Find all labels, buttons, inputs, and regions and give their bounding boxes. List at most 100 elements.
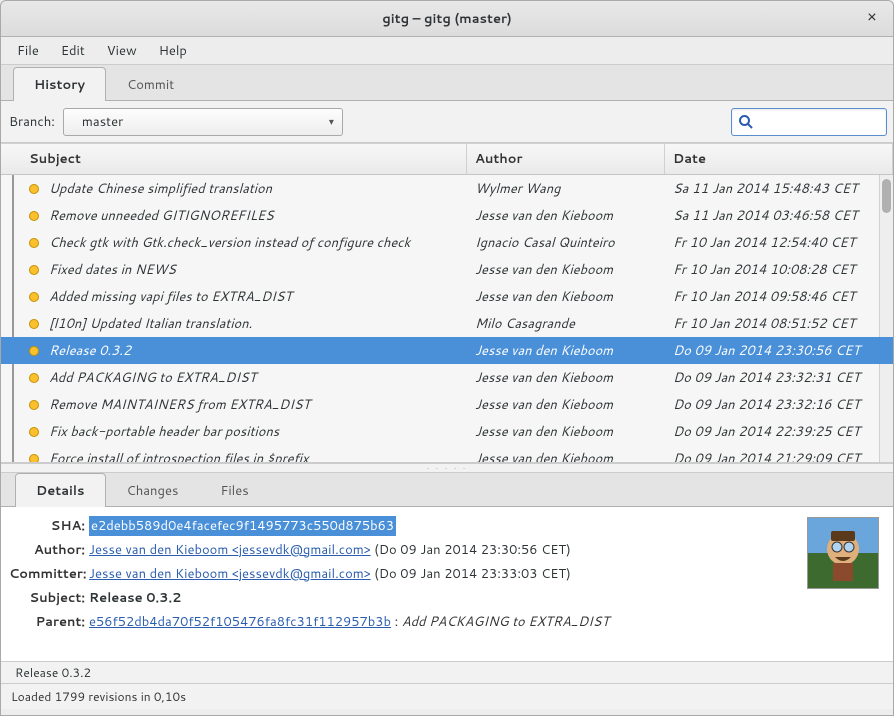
header-author[interactable]: Author bbox=[467, 144, 665, 174]
row-date: Sa 11 Jan 2014 15:48:43 CET bbox=[665, 180, 893, 198]
label-parent: Parent: bbox=[9, 613, 85, 631]
row-date: Do 09 Jan 2014 23:32:16 CET bbox=[665, 396, 893, 414]
row-date: Do 09 Jan 2014 23:32:31 CET bbox=[665, 369, 893, 387]
row-author: Ignacio Casal Quinteiro bbox=[467, 234, 665, 252]
row-date: Do 09 Jan 2014 23:30:56 CET bbox=[665, 342, 893, 360]
detail-tabs: Details Changes Files bbox=[1, 473, 893, 507]
top-tabs: History Commit bbox=[1, 65, 893, 101]
commit-dot-icon bbox=[29, 346, 39, 356]
row-author: Jesse van den Kieboom bbox=[467, 369, 665, 387]
row-subject: Remove unneeded GITIGNOREFILES bbox=[49, 207, 274, 225]
parent-sep: : bbox=[391, 613, 402, 631]
commit-dot-icon bbox=[29, 292, 39, 302]
commit-dot-icon bbox=[29, 265, 39, 275]
menu-file[interactable]: File bbox=[7, 38, 49, 64]
value-parent-sha[interactable]: e56f52db4da70f52f105476fa8fc31f112957b3b bbox=[89, 613, 391, 631]
list-header: Subject Author Date bbox=[1, 143, 893, 175]
commit-dot-icon bbox=[29, 319, 39, 329]
menu-edit[interactable]: Edit bbox=[51, 38, 95, 64]
row-subject: [l10n] Updated Italian translation. bbox=[49, 315, 252, 333]
avatar-icon bbox=[811, 521, 875, 585]
row-subject: Check gtk with Gtk.check_version instead… bbox=[49, 234, 410, 252]
value-author-date: (Do 09 Jan 2014 23:30:56 CET) bbox=[374, 541, 571, 559]
tab-commit[interactable]: Commit bbox=[106, 67, 195, 101]
commit-dot-icon bbox=[29, 184, 39, 194]
menubar: File Edit View Help bbox=[1, 37, 893, 65]
search-icon bbox=[738, 114, 754, 130]
tab-details[interactable]: Details bbox=[15, 473, 106, 507]
value-committer-link[interactable]: Jesse van den Kieboom <jessevdk@gmail.co… bbox=[89, 565, 371, 583]
commit-dot-icon bbox=[29, 427, 39, 437]
row-subject: Release 0.3.2 bbox=[49, 342, 131, 360]
row-author: Jesse van den Kieboom bbox=[467, 207, 665, 225]
commit-dot-icon bbox=[29, 211, 39, 221]
close-icon[interactable]: × bbox=[863, 9, 881, 27]
status-bar: Loaded 1799 revisions in 0,10s bbox=[1, 683, 893, 709]
window-title: gitg – gitg (master) bbox=[382, 10, 512, 28]
commit-dot-icon bbox=[29, 238, 39, 248]
table-row[interactable]: Remove MAINTAINERS from EXTRA_DIST Jesse … bbox=[1, 391, 893, 418]
pane-splitter[interactable]: · · · · · bbox=[1, 463, 893, 473]
table-row[interactable]: Remove unneeded GITIGNOREFILES Jesse van … bbox=[1, 202, 893, 229]
menu-view[interactable]: View bbox=[97, 38, 147, 64]
table-row[interactable]: [l10n] Updated Italian translation. Milo … bbox=[1, 310, 893, 337]
row-date: Do 09 Jan 2014 22:39:25 CET bbox=[665, 423, 893, 441]
row-date: Sa 11 Jan 2014 03:46:58 CET bbox=[665, 207, 893, 225]
row-subject: Add PACKAGING to EXTRA_DIST bbox=[49, 369, 256, 387]
label-sha: SHA: bbox=[9, 517, 85, 535]
table-row[interactable]: Fix back-portable header bar positionsJe… bbox=[1, 418, 893, 445]
commit-list: Subject Author Date Update Chinese simpl… bbox=[1, 143, 893, 463]
row-date: Fr 10 Jan 2014 09:58:46 CET bbox=[665, 288, 893, 306]
table-row[interactable]: Force install of introspection files in … bbox=[1, 445, 893, 462]
branch-bar: Branch: master ▾ bbox=[1, 101, 893, 143]
avatar bbox=[807, 517, 879, 589]
tag-bar: Release 0.3.2 bbox=[1, 661, 893, 683]
header-date[interactable]: Date bbox=[665, 144, 893, 174]
branch-select[interactable]: master ▾ bbox=[63, 108, 343, 136]
row-author: Jesse van den Kieboom bbox=[467, 261, 665, 279]
table-row[interactable]: Release 0.3.2 Jesse van den KieboomDo 09 … bbox=[1, 337, 893, 364]
table-row[interactable]: Update Chinese simplified translation Wyl… bbox=[1, 175, 893, 202]
tab-changes[interactable]: Changes bbox=[106, 473, 200, 507]
row-author: Milo Casagrande bbox=[467, 315, 665, 333]
label-committer: Committer: bbox=[9, 565, 85, 583]
header-subject[interactable]: Subject bbox=[1, 144, 467, 174]
value-committer-date: (Do 09 Jan 2014 23:33:03 CET) bbox=[374, 565, 571, 583]
row-author: Jesse van den Kieboom bbox=[467, 288, 665, 306]
label-subject: Subject: bbox=[9, 589, 85, 607]
row-author: Jesse van den Kieboom bbox=[467, 450, 665, 463]
row-date: Fr 10 Jan 2014 10:08:28 CET bbox=[665, 261, 893, 279]
tag-chip: Release 0.3.2 bbox=[9, 663, 97, 682]
table-row[interactable]: Check gtk with Gtk.check_version instead… bbox=[1, 229, 893, 256]
value-parent-subject: Add PACKAGING to EXTRA_DIST bbox=[402, 613, 609, 631]
value-author-link[interactable]: Jesse van den Kieboom <jessevdk@gmail.co… bbox=[89, 541, 371, 559]
tab-files[interactable]: Files bbox=[199, 473, 269, 507]
row-subject: Update Chinese simplified translation bbox=[49, 180, 272, 198]
row-author: Jesse van den Kieboom bbox=[467, 342, 665, 360]
label-author: Author: bbox=[9, 541, 85, 559]
row-date: Fr 10 Jan 2014 12:54:40 CET bbox=[665, 234, 893, 252]
branch-label: Branch: bbox=[7, 113, 55, 131]
value-sha[interactable]: e2debb589d0e4facefec9f1495773c550d875b63 bbox=[89, 516, 396, 536]
value-subject: Release 0.3.2 bbox=[89, 589, 181, 607]
row-subject: Remove MAINTAINERS from EXTRA_DIST bbox=[49, 396, 310, 414]
branch-selected-value: master bbox=[82, 113, 123, 131]
window-titlebar: gitg – gitg (master) × bbox=[1, 1, 893, 37]
row-author: Wylmer Wang bbox=[467, 180, 665, 198]
status-text: Loaded 1799 revisions in 0,10s bbox=[11, 688, 186, 705]
table-row[interactable]: Add PACKAGING to EXTRA_DIST Jesse van den… bbox=[1, 364, 893, 391]
commit-dot-icon bbox=[29, 400, 39, 410]
table-row[interactable]: Added missing vapi files to EXTRA_DIST Je… bbox=[1, 283, 893, 310]
table-row[interactable]: Fixed dates in NEWSJesse van den Kieboom… bbox=[1, 256, 893, 283]
row-author: Jesse van den Kieboom bbox=[467, 396, 665, 414]
row-subject: Added missing vapi files to EXTRA_DIST bbox=[49, 288, 292, 306]
commit-dot-icon bbox=[29, 454, 39, 463]
tab-history[interactable]: History bbox=[13, 67, 106, 101]
row-subject: Force install of introspection files in … bbox=[49, 450, 309, 463]
detail-pane: SHA: e2debb589d0e4facefec9f1495773c550d8… bbox=[1, 507, 893, 661]
list-body: Update Chinese simplified translation Wyl… bbox=[1, 175, 893, 462]
menu-help[interactable]: Help bbox=[149, 38, 197, 64]
search-input[interactable] bbox=[731, 108, 887, 136]
row-date: Do 09 Jan 2014 21:29:09 CET bbox=[665, 450, 893, 463]
row-subject: Fix back-portable header bar positions bbox=[49, 423, 279, 441]
